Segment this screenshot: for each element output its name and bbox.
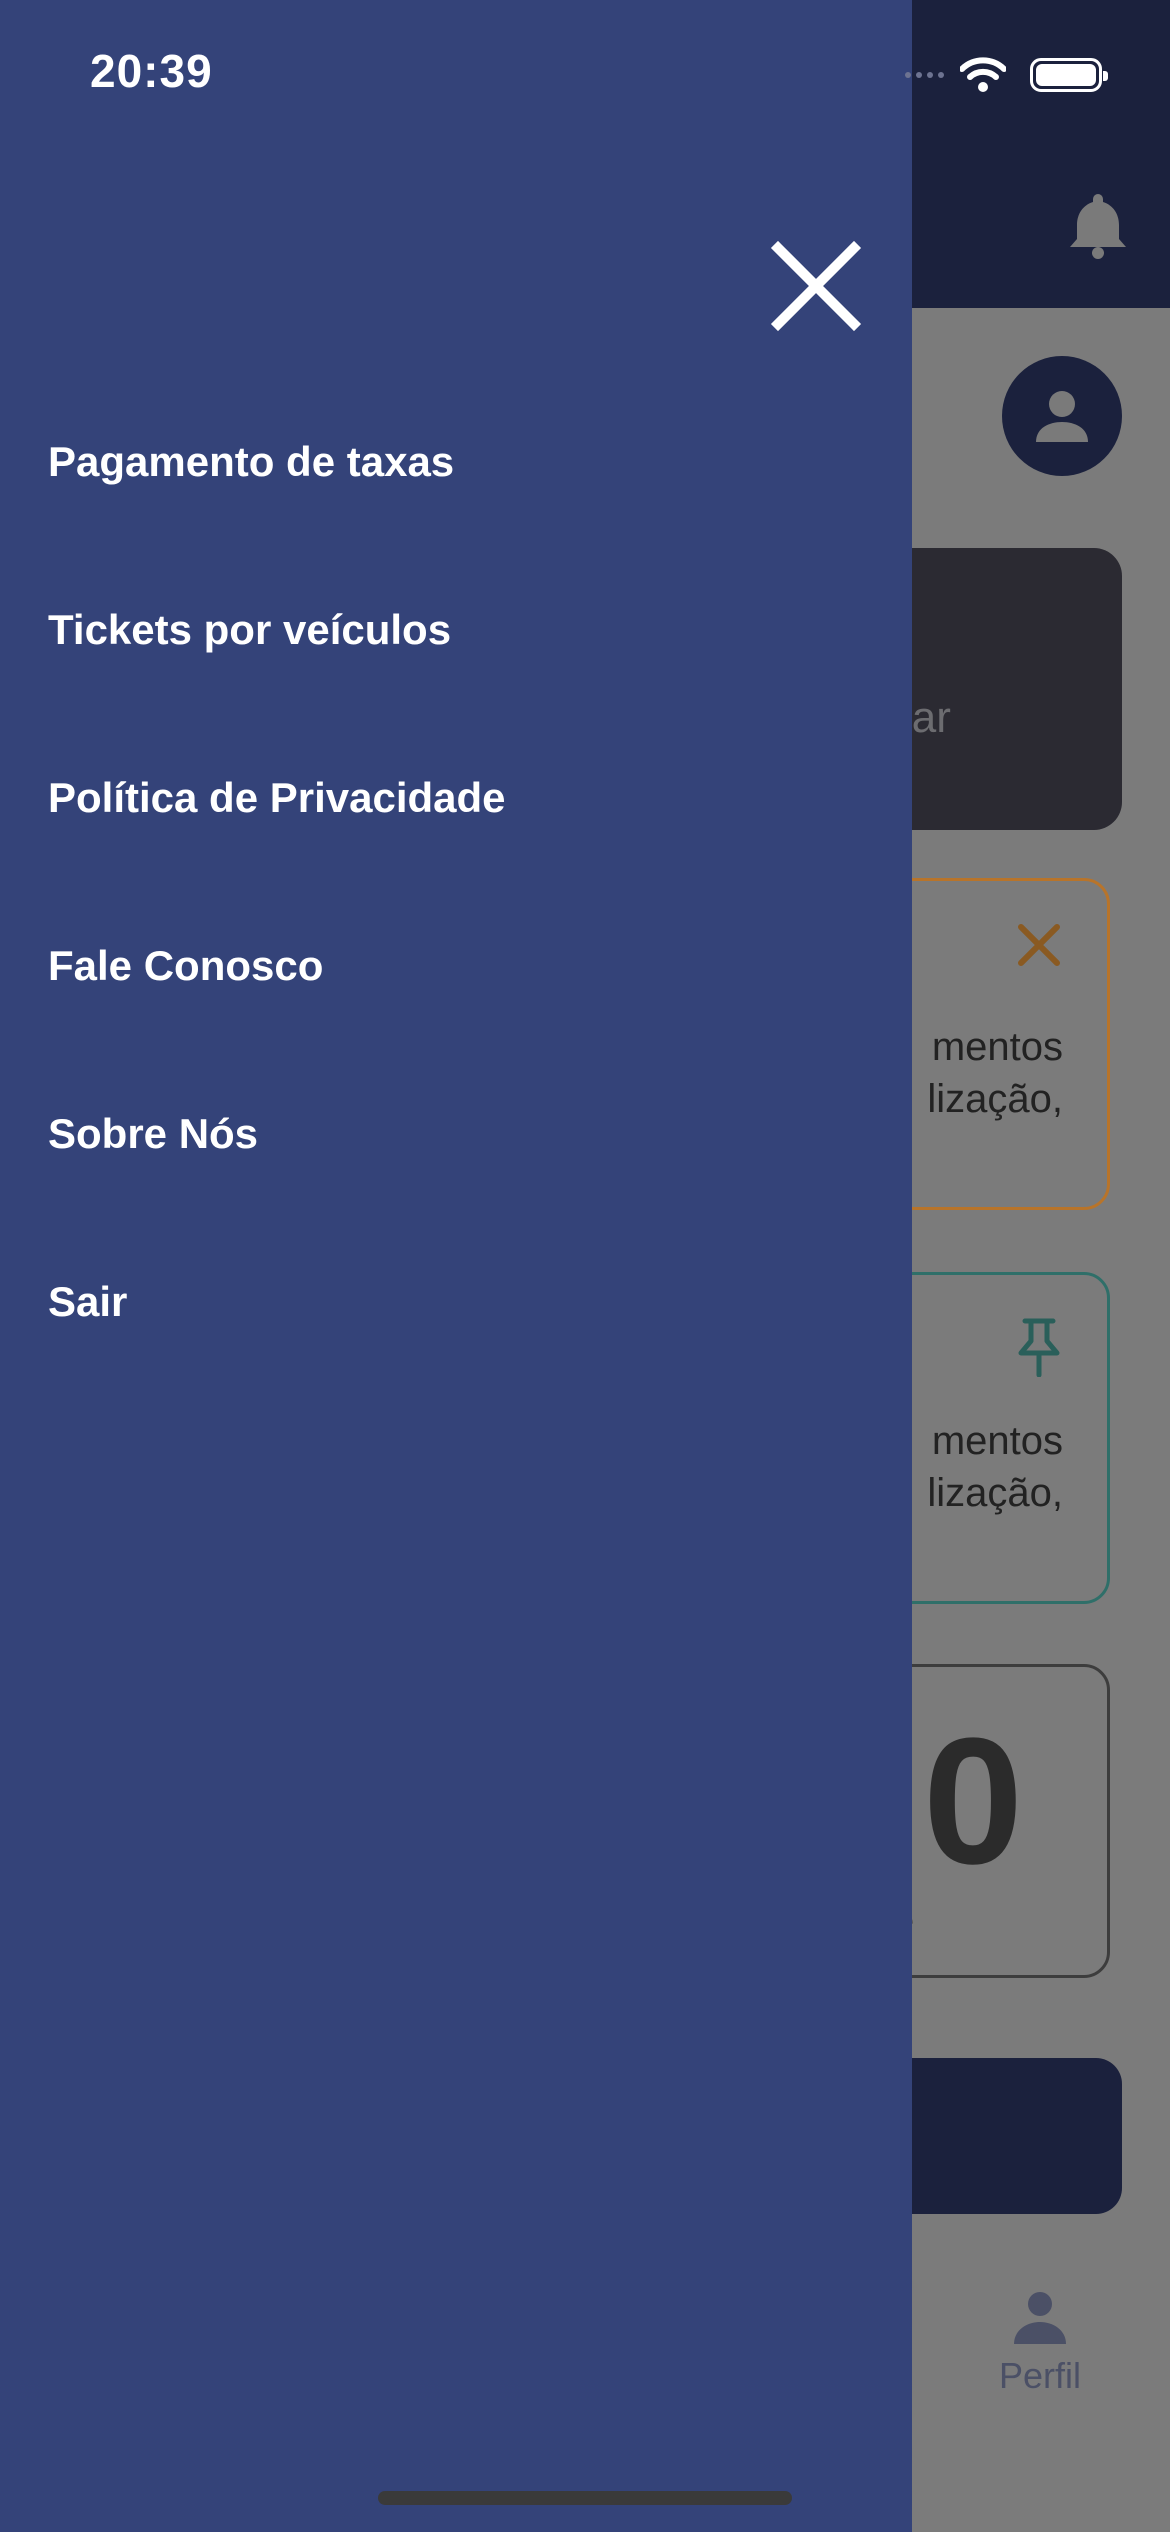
alert-card-line: mentos: [931, 1025, 1063, 1069]
status-time: 20:39: [90, 45, 213, 97]
status-indicators: [905, 50, 1108, 100]
menu-item-label: Sair: [48, 1278, 128, 1325]
person-icon: [1014, 2292, 1066, 2344]
menu-item-label: Fale Conosco: [48, 942, 324, 989]
home-indicator[interactable]: [378, 2491, 792, 2505]
alert-card-line: lização,: [927, 1077, 1063, 1121]
battery-icon: [1030, 58, 1108, 92]
tab-profile-label: Perfil: [998, 2355, 1082, 2396]
menu-item-tickets-por-veiculos[interactable]: Tickets por veículos: [48, 598, 868, 766]
counter-value: 0: [923, 1701, 1024, 1902]
menu-item-label: Tickets por veículos: [48, 606, 452, 653]
bell-icon[interactable]: [1066, 190, 1130, 260]
menu-item-label: Política de Privacidade: [48, 774, 506, 821]
tab-profile[interactable]: Perfil: [980, 2290, 1100, 2397]
menu-item-pagamento-de-taxas[interactable]: Pagamento de taxas: [48, 430, 868, 598]
menu-item-politica-de-privacidade[interactable]: Política de Privacidade: [48, 766, 868, 934]
close-icon[interactable]: [770, 240, 862, 332]
pinned-card-line: lização,: [927, 1471, 1063, 1515]
profile-avatar-button[interactable]: [1002, 356, 1122, 476]
menu-item-fale-conosco[interactable]: Fale Conosco: [48, 934, 868, 1102]
menu-item-label: Pagamento de taxas: [48, 438, 455, 485]
cellular-signal-icon: [905, 72, 944, 78]
menu-item-sobre-nos[interactable]: Sobre Nós: [48, 1102, 868, 1270]
person-icon: [1036, 391, 1088, 442]
menu-item-sair[interactable]: Sair: [48, 1270, 868, 1438]
pin-icon[interactable]: [1017, 1317, 1061, 1377]
pinned-card-line: mentos: [931, 1419, 1063, 1463]
drawer-menu: Pagamento de taxas Tickets por veículos …: [48, 430, 868, 1438]
menu-item-label: Sobre Nós: [48, 1110, 259, 1157]
side-drawer: 20:39 Pagamento de taxas Tickets por veí…: [0, 0, 912, 2532]
close-icon[interactable]: [1017, 923, 1061, 967]
wifi-icon: [960, 57, 1006, 92]
